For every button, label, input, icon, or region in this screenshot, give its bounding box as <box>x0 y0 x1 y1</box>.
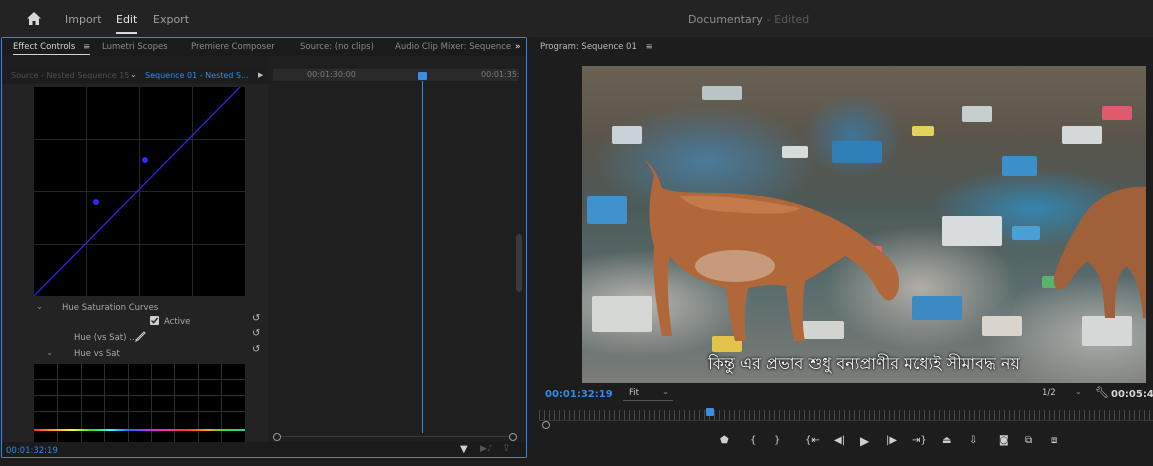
chevron-down-icon[interactable]: ⌄ <box>130 70 137 79</box>
filter-icon[interactable]: ▼ <box>460 444 468 455</box>
resolution-select[interactable]: 1/2 ⌄ <box>1039 387 1084 400</box>
home-icon[interactable] <box>27 12 41 25</box>
monitor-controls: 00:01:32:19 Fit ⌄ 1/2 ⌄ 🔧︎ 00:05:4 <box>529 386 1153 404</box>
hue-vs-sat-area <box>2 362 268 442</box>
scroll-handle-left[interactable] <box>273 433 281 441</box>
nav-import[interactable]: Import <box>65 13 102 26</box>
multi-camera-icon[interactable]: ⧈ <box>1051 435 1057 446</box>
extract-icon[interactable]: ⇩ <box>969 435 977 446</box>
reset-icon[interactable]: ↺ <box>252 313 260 324</box>
tab-premiere-composer[interactable]: Premiere Composer <box>191 42 275 52</box>
subtitle-text: কিন্তু এর প্রভাব শুধু বন্যপ্রাণীর মধ্যেই… <box>708 354 1020 373</box>
chevron-down-icon: ⌄ <box>1074 387 1082 397</box>
curve-point <box>142 157 148 163</box>
resolution-value: 1/2 <box>1042 388 1056 398</box>
zoom-value: Fit <box>629 388 639 398</box>
program-time-ruler[interactable] <box>539 410 1153 420</box>
scroll-handle-left[interactable] <box>542 421 550 429</box>
active-label: Active <box>164 317 191 327</box>
hue-vs-sat-label: Hue vs Sat <box>74 349 120 359</box>
program-monitor: Program: Sequence 01 ≡ কিন্তু এর প্রভাব … <box>529 37 1153 458</box>
scroll-handle-right[interactable] <box>509 433 517 441</box>
zoom-select[interactable]: Fit ⌄ <box>623 387 673 401</box>
hamburger-icon[interactable]: ≡ <box>646 42 653 52</box>
playhead-line <box>422 81 423 433</box>
play-icon[interactable]: ▶ <box>860 434 869 448</box>
curve-line <box>34 87 241 296</box>
rgb-curve-graph[interactable] <box>34 87 245 296</box>
document-title: Documentary - Edited <box>688 13 809 26</box>
active-checkbox[interactable] <box>150 316 159 325</box>
vertical-scrollbar[interactable] <box>516 234 522 292</box>
go-to-in-icon[interactable]: {⇤ <box>805 435 820 446</box>
time-ruler[interactable]: 00:01:30:00 00:01:35: <box>273 69 520 81</box>
reset-icon[interactable]: ↺ <box>252 344 260 355</box>
step-forward-icon[interactable]: |▶ <box>886 435 897 446</box>
add-marker-icon[interactable]: ⬟ <box>720 435 729 446</box>
chevron-down-icon[interactable]: ⌄ <box>46 348 53 358</box>
goat-image <box>1053 186 1146 318</box>
reset-icon[interactable]: ↺ <box>252 328 260 339</box>
effect-controls-panel: Effect Controls ≡ Lumetri Scopes Premier… <box>1 37 527 458</box>
tab-effect-controls[interactable]: Effect Controls ≡ <box>13 42 91 55</box>
hue-sat-section: ⌄ Hue Saturation Curves Active Hue (vs S… <box>2 298 268 362</box>
compare-icon[interactable]: ⧉ <box>1025 435 1032 446</box>
ruler-time: 00:01:30:00 <box>307 70 356 79</box>
effect-controls-timecode[interactable]: 00:01:32:19 <box>6 446 58 456</box>
export-frame-icon[interactable]: ◙ <box>999 435 1009 446</box>
hue-vs-sat-selector[interactable]: Hue (vs Sat) ... <box>74 333 137 343</box>
go-to-out-icon[interactable]: ⇥} <box>912 435 927 446</box>
chevron-down-icon: ⌄ <box>661 387 669 397</box>
top-bar: Import Edit Export Documentary - Edited <box>0 0 1153 39</box>
tab-effect-controls-label: Effect Controls <box>13 42 76 52</box>
section-title: Hue Saturation Curves <box>62 303 159 313</box>
program-timecode[interactable]: 00:01:32:19 <box>545 389 613 400</box>
export-icon[interactable]: ⇪ <box>502 443 510 454</box>
chevron-down-icon[interactable]: ⌄ <box>36 302 43 312</box>
program-label-text: Program: Sequence 01 <box>540 42 637 52</box>
double-chevron-icon[interactable]: » <box>515 42 521 52</box>
video-frame[interactable]: কিন্তু এর প্রভাব শুধু বন্যপ্রাণীর মধ্যেই… <box>582 66 1146 383</box>
curve-point <box>93 199 99 205</box>
mark-out-icon[interactable]: } <box>774 435 780 446</box>
source-label: Source - Nested Sequence 15 <box>11 71 130 80</box>
panel-footer: ▼ ▶♪ ⇪ <box>2 442 526 457</box>
eyedropper-icon[interactable] <box>135 331 146 342</box>
hue-spectrum-line <box>34 429 245 431</box>
effect-timeline: 00:01:30:00 00:01:35: <box>269 56 526 442</box>
tab-lumetri-scopes[interactable]: Lumetri Scopes <box>102 42 168 52</box>
transport-controls: ⬟ { } {⇤ ◀| ▶ |▶ ⇥} ⏏ ⇩ ◙ ⧉ ⧈ <box>529 434 1153 453</box>
step-back-icon[interactable]: ◀| <box>834 435 845 446</box>
nav-edit[interactable]: Edit <box>116 13 138 34</box>
goat-image <box>642 158 900 341</box>
tab-audio-clip-mixer[interactable]: Audio Clip Mixer: Sequence <box>395 42 511 52</box>
play-audio-icon[interactable]: ▶♪ <box>480 444 493 454</box>
lift-icon[interactable]: ⏏ <box>942 435 951 446</box>
nav-export[interactable]: Export <box>153 13 189 26</box>
horizontal-scrollbar[interactable] <box>269 432 526 442</box>
program-scrollbar[interactable] <box>539 420 1153 425</box>
hamburger-icon[interactable]: ≡ <box>83 42 90 52</box>
program-monitor-title[interactable]: Program: Sequence 01 ≡ <box>540 42 653 52</box>
wrench-icon[interactable]: 🔧︎ <box>1095 386 1109 399</box>
ruler-time: 00:01:35: <box>481 70 520 79</box>
document-status: - Edited <box>766 13 810 26</box>
tab-source[interactable]: Source: (no clips) <box>300 42 374 52</box>
source-row: Source - Nested Sequence 15 ⌄ Sequence 0… <box>2 68 268 84</box>
hue-vs-sat-graph[interactable] <box>34 364 245 442</box>
rgb-curve-area <box>2 84 268 298</box>
panel-tabs: Effect Controls ≡ Lumetri Scopes Premier… <box>2 38 526 56</box>
document-name: Documentary <box>688 13 763 26</box>
playhead-handle[interactable] <box>418 72 427 80</box>
mark-in-icon[interactable]: { <box>750 435 756 446</box>
duration-timecode: 00:05:4 <box>1111 389 1153 400</box>
sequence-select[interactable]: Sequence 01 - Nested S... <box>145 71 249 80</box>
program-playhead[interactable] <box>706 408 714 416</box>
play-triangle-icon[interactable]: ▶ <box>258 71 263 79</box>
